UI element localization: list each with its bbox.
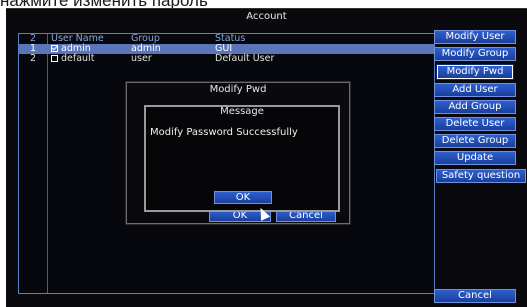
- row-user-name: default: [51, 54, 94, 64]
- safety-question-button[interactable]: Safety question: [436, 169, 526, 183]
- modify-user-button[interactable]: Modify User: [434, 30, 516, 44]
- row-number: 2: [29, 53, 37, 64]
- delete-group-button[interactable]: Delete Group: [434, 134, 516, 148]
- modify-pwd-button[interactable]: Modify Pwd: [436, 64, 514, 80]
- cancel-button[interactable]: Cancel: [434, 289, 516, 303]
- add-group-button[interactable]: Add Group: [434, 100, 516, 114]
- row-group: user: [131, 53, 152, 64]
- add-user-button[interactable]: Add User: [434, 83, 516, 97]
- row-user-name-text: default: [61, 53, 95, 64]
- row-status: Default User: [215, 53, 275, 64]
- list-divider: [47, 34, 48, 293]
- message-ok-button[interactable]: OK: [214, 191, 272, 204]
- message-dialog: Message Modify Password Successfully OK: [144, 105, 340, 212]
- table-row[interactable]: 2 default user Default User: [19, 54, 434, 64]
- message-text: Modify Password Successfully: [150, 127, 298, 138]
- instruction-caption: нажмите изменить пароль: [0, 0, 527, 8]
- message-dialog-title: Message: [220, 106, 264, 117]
- delete-user-button[interactable]: Delete User: [434, 117, 516, 131]
- checkbox-icon[interactable]: [51, 45, 58, 52]
- checkbox-icon[interactable]: [51, 55, 58, 62]
- modify-group-button[interactable]: Modify Group: [434, 47, 516, 61]
- modify-pwd-dialog-title: Modify Pwd: [209, 84, 267, 95]
- window-title: Account: [246, 11, 287, 22]
- update-button[interactable]: Update: [434, 151, 516, 165]
